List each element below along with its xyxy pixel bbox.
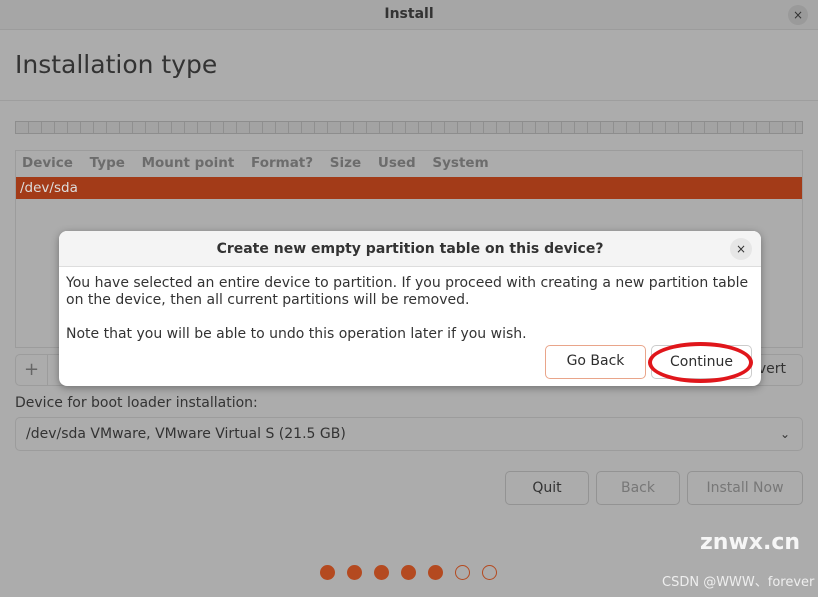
progress-dot-complete (428, 565, 443, 580)
column-format[interactable]: Format? (251, 155, 313, 171)
partition-bar (15, 121, 803, 134)
add-partition-button[interactable]: + (16, 355, 48, 385)
divider (0, 100, 818, 101)
column-mount-point[interactable]: Mount point (142, 155, 235, 171)
progress-dot-complete (347, 565, 362, 580)
boot-loader-value: /dev/sda VMware, VMware Virtual S (21.5 … (26, 426, 346, 442)
boot-loader-select[interactable]: /dev/sda VMware, VMware Virtual S (21.5 … (15, 417, 803, 451)
column-used[interactable]: Used (378, 155, 416, 171)
dialog-message: You have selected an entire device to pa… (66, 275, 749, 308)
watermark-author: CSDN @WWW、forever (662, 575, 815, 590)
progress-dot-complete (401, 565, 416, 580)
go-back-button[interactable]: Go Back (545, 345, 646, 379)
install-now-button[interactable]: Install Now (687, 471, 803, 505)
boot-loader-label: Device for boot loader installation: (15, 395, 258, 411)
dialog-title: Create new empty partition table on this… (59, 231, 761, 267)
table-header: Device Type Mount point Format? Size Use… (22, 155, 501, 171)
confirm-dialog: Create new empty partition table on this… (59, 231, 761, 386)
page-title: Installation type (15, 50, 218, 79)
progress-dot-pending (482, 565, 497, 580)
window-close-button[interactable]: × (788, 5, 808, 25)
chevron-down-icon: ⌄ (779, 427, 790, 441)
column-device[interactable]: Device (22, 155, 73, 171)
quit-button[interactable]: Quit (505, 471, 589, 505)
dialog-note: Note that you will be able to undo this … (66, 326, 527, 342)
progress-dot-pending (455, 565, 470, 580)
column-size[interactable]: Size (330, 155, 361, 171)
dialog-close-button[interactable]: × (730, 238, 752, 260)
watermark-site: znwx.cn (700, 530, 801, 555)
progress-dot-complete (320, 565, 335, 580)
table-row[interactable]: /dev/sda (16, 177, 802, 199)
progress-dot-complete (374, 565, 389, 580)
back-button[interactable]: Back (596, 471, 680, 505)
column-type[interactable]: Type (90, 155, 125, 171)
window-title-bar: Install (0, 0, 818, 30)
column-system[interactable]: System (432, 155, 488, 171)
highlight-ring (648, 342, 753, 383)
window-title: Install (384, 6, 434, 22)
